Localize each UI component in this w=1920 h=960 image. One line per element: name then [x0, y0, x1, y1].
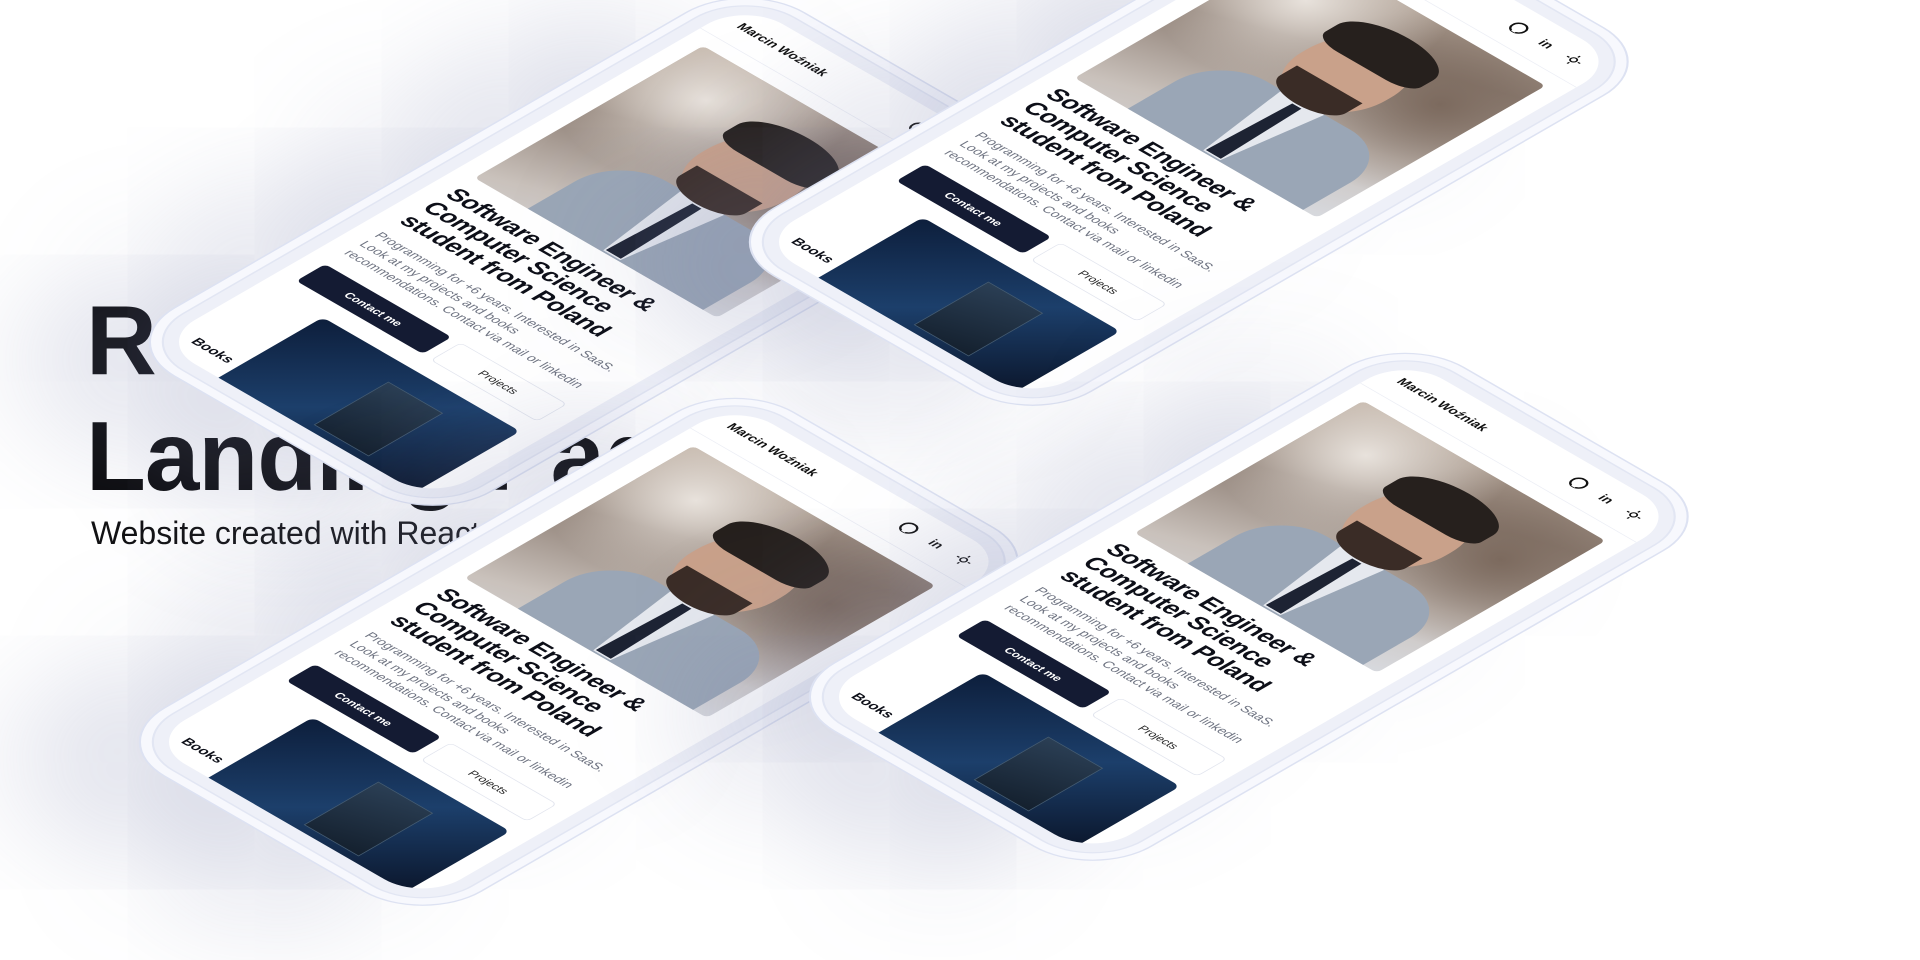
books-banner[interactable]: [198, 717, 511, 898]
github-icon[interactable]: [1562, 473, 1596, 492]
github-icon[interactable]: [892, 518, 926, 537]
book-cover: [304, 781, 434, 857]
linkedin-icon[interactable]: in: [1529, 34, 1563, 53]
phone-screen: Marcin Woźniak in Software Engineer & Co…: [756, 0, 1621, 402]
book-cover: [914, 281, 1044, 357]
sun-icon[interactable]: [1557, 50, 1591, 69]
book-cover: [314, 381, 444, 457]
linkedin-icon[interactable]: in: [919, 534, 953, 553]
sun-icon[interactable]: [1617, 505, 1651, 524]
github-icon[interactable]: [1502, 18, 1536, 37]
books-banner[interactable]: [868, 672, 1181, 853]
hero-subtitle: Website created with React.js: [91, 515, 512, 551]
books-banner[interactable]: [808, 217, 1121, 398]
linkedin-icon[interactable]: in: [1589, 489, 1623, 508]
book-cover: [974, 736, 1104, 812]
sun-icon[interactable]: [947, 550, 981, 569]
